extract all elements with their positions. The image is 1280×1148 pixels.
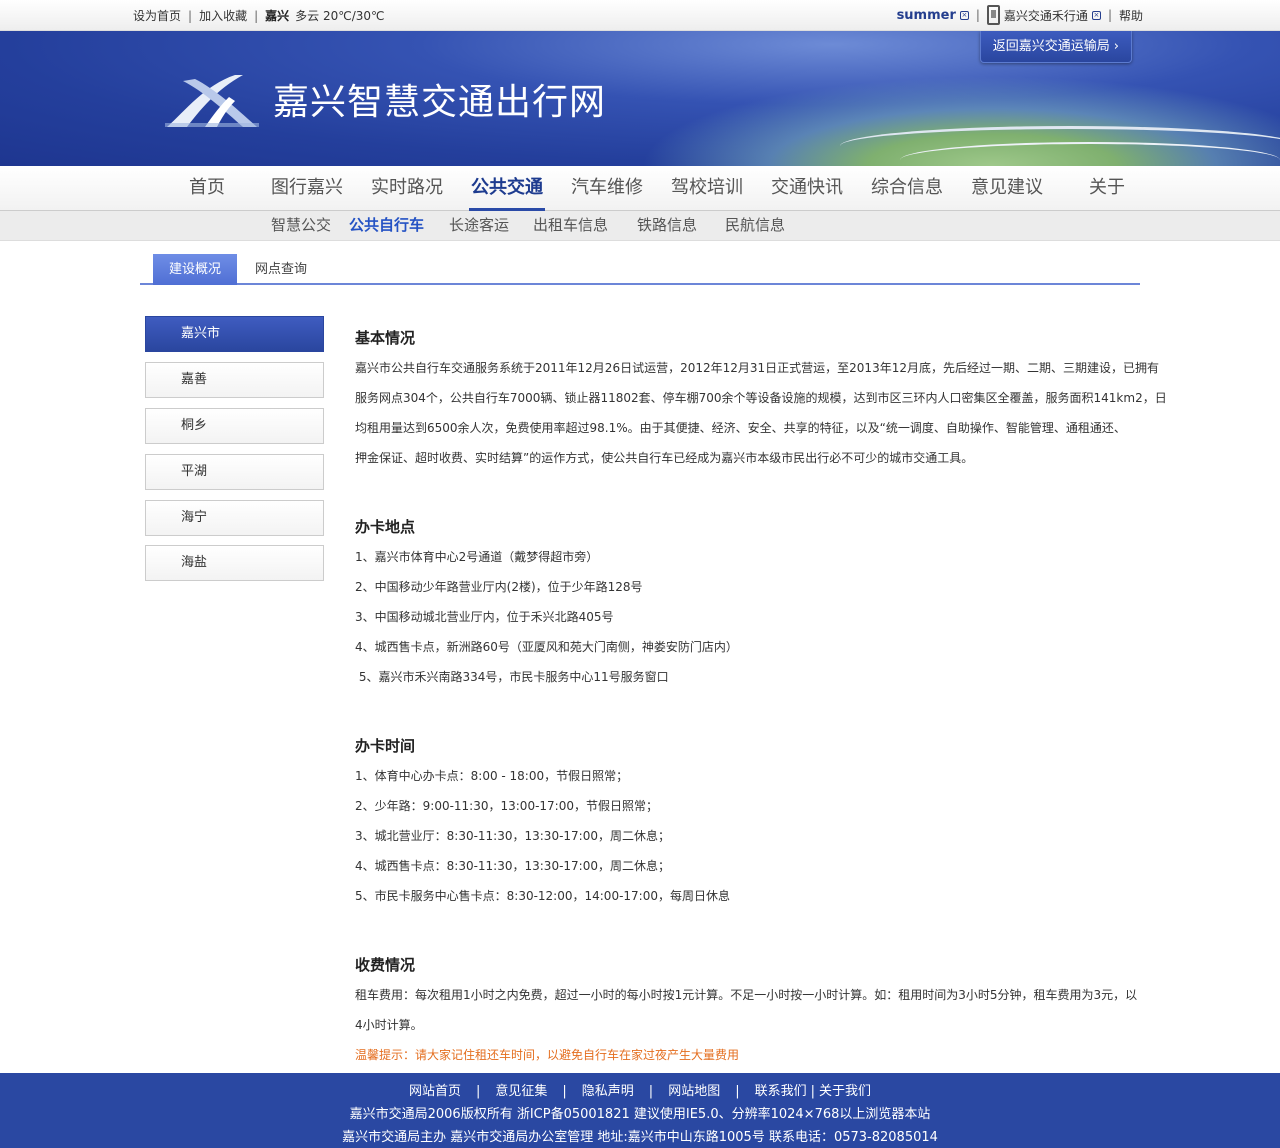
footer-copyright: 嘉兴市交通局2006版权所有 浙ICP备05001821 建议使用IE5.0、分… — [349, 1107, 931, 1122]
main-nav-item[interactable]: 图行嘉兴 — [257, 166, 357, 211]
sub-nav-item[interactable]: 铁路信息 — [637, 211, 725, 239]
city-name[interactable]: 嘉兴 — [265, 7, 289, 24]
article-line: 嘉兴市公共自行车交通服务系统于2011年12月26日试运营，2012年12月31… — [355, 361, 1159, 375]
add-favorite-link[interactable]: 加入收藏 — [199, 7, 247, 24]
main-nav-item[interactable]: 综合信息 — [857, 166, 957, 211]
section-basic-body: 嘉兴市公共自行车交通服务系统于2011年12月26日试运营，2012年12月31… — [355, 353, 1167, 473]
article-line: 1、体育中心办卡点：8:00 - 18:00，节假日照常； — [355, 769, 629, 783]
main-nav-item[interactable]: 公共交通 — [457, 166, 557, 211]
article-line: 2、中国移动少年路营业厅内(2楼)，位于少年路128号 — [355, 580, 643, 594]
section-fees-body: 租车费用：每次租用1小时之内免费，超过一小时的每小时按1元计算。不足一小时按一小… — [355, 980, 1138, 1040]
main-nav-item[interactable]: 关于 — [1057, 166, 1157, 211]
article-line: 3、城北营业厅：8:30-11:30，13:30-17:00，周二休息； — [355, 829, 670, 843]
app-link[interactable]: 嘉兴交通禾行通 — [1004, 7, 1088, 24]
article-line: 4、城西售卡点，新洲路60号（亚厦风和苑大门南侧，神娄安防门店内） — [355, 640, 738, 654]
footer-link[interactable]: 意见征集 — [495, 1084, 547, 1099]
article: 基本情况 嘉兴市公共自行车交通服务系统于2011年12月26日试运营，2012年… — [355, 316, 1167, 1070]
footer-separator: | — [562, 1084, 567, 1099]
footer-separator: | — [810, 1084, 815, 1099]
site-logo[interactable] — [165, 71, 260, 129]
chevron-right-icon: › — [1113, 39, 1119, 54]
main-nav-item[interactable]: 首页 — [157, 166, 257, 211]
article-line: 2、少年路：9:00-11:30，13:00-17:00，节假日照常； — [355, 799, 658, 813]
set-homepage-link[interactable]: 设为首页 — [133, 7, 181, 24]
section-title-fees: 收费情况 — [355, 956, 416, 974]
article-line: 4小时计算。 — [355, 1018, 423, 1032]
weather-text: 多云 20℃/30℃ — [295, 9, 385, 23]
footer-link[interactable]: 网站地图 — [668, 1084, 720, 1099]
section-card-hours-body: 1、体育中心办卡点：8:00 - 18:00，节假日照常； 2、少年路：9:00-… — [355, 761, 1135, 911]
footer-separator: | — [648, 1084, 654, 1099]
main-nav-item[interactable]: 实时路况 — [357, 166, 457, 211]
article-line: 1、嘉兴市体育中心2号通道（戴梦得超市旁） — [355, 550, 599, 564]
sidebar-city-item[interactable]: 平湖 — [145, 454, 324, 490]
content-tabs: 建设概况 网点查询 — [140, 254, 1140, 285]
user-dropdown-icon[interactable]: × — [959, 10, 969, 20]
help-link[interactable]: 帮助 — [1119, 7, 1143, 24]
sidebar-city-item[interactable]: 海盐 — [145, 545, 324, 581]
site-title: 嘉兴智慧交通出行网 — [273, 82, 607, 123]
top-bar: 设为首页 | 加入收藏 | 嘉兴 多云 20℃/30℃ summer × | 嘉… — [0, 0, 1280, 31]
back-button-label: 返回嘉兴交通运输局 — [992, 39, 1110, 54]
sub-nav-item[interactable]: 公共自行车 — [349, 211, 449, 239]
phone-icon — [986, 5, 1000, 25]
footer-link[interactable]: 隐私声明 — [582, 1084, 634, 1099]
article-line: 租车费用：每次租用1小时之内免费，超过一小时的每小时按1元计算。不足一小时按一小… — [355, 988, 1138, 1002]
section-card-locations-body: 1、嘉兴市体育中心2号通道（戴梦得超市旁） 2、中国移动少年路营业厅内(2楼)，位… — [355, 542, 1135, 692]
top-bar-left: 设为首页 | 加入收藏 | 嘉兴 多云 20℃/30℃ — [133, 7, 385, 24]
article-line: 4、城西售卡点：8:30-11:30，13:30-17:00，周二休息； — [355, 859, 670, 873]
article-line: 均租用量达到6500余人次，免费使用率超过98.1%。由于其便捷、经济、安全、共… — [355, 421, 1126, 435]
sub-nav-item[interactable]: 智慧公交 — [271, 211, 349, 239]
sidebar-city-item[interactable]: 嘉兴市 — [145, 316, 324, 352]
sidebar-city-item[interactable]: 海宁 — [145, 500, 324, 536]
username[interactable]: summer — [897, 8, 956, 23]
top-bar-right: summer × | 嘉兴交通禾行通 × | 帮助 — [897, 5, 1143, 25]
footer-links: 网站首页 | 意见征集 | 隐私声明 | 网站地图 | 联系我们 | 关于我们 — [0, 1080, 1280, 1099]
sub-nav-item[interactable]: 民航信息 — [725, 211, 805, 239]
footer-link[interactable]: 联系我们 — [755, 1084, 807, 1099]
main-nav-item[interactable]: 驾校培训 — [657, 166, 757, 211]
main-nav-item[interactable]: 意见建议 — [957, 166, 1057, 211]
sub-nav-item[interactable]: 出租车信息 — [533, 211, 637, 239]
section-title-basic: 基本情况 — [355, 329, 416, 347]
section-title-card-hours: 办卡时间 — [355, 737, 416, 755]
warning-tip: 温馨提示：请大家记住租还车时间，以避免自行车在家过夜产生大量费用 — [355, 1048, 740, 1062]
main-nav-item[interactable]: 汽车维修 — [557, 166, 657, 211]
footer-separator: | — [735, 1084, 740, 1099]
footer-separator: | — [475, 1084, 481, 1099]
section-title-card-locations: 办卡地点 — [355, 518, 416, 536]
city-sidebar: 嘉兴市嘉善桐乡平湖海宁海盐 — [145, 316, 324, 590]
main-nav-item[interactable]: 交通快讯 — [757, 166, 857, 211]
sidebar-city-item[interactable]: 桐乡 — [145, 408, 324, 444]
footer: 网站首页 | 意见征集 | 隐私声明 | 网站地图 | 联系我们 | 关于我们 嘉兴市交通局2006… — [0, 1073, 1280, 1148]
main-nav: 首页 图行嘉兴 实时路况 公共交通 汽车维修 驾校培训 交通快讯 综合信息 意见建议 关于 — [0, 166, 1280, 211]
tab-station-query[interactable]: 网点查询 — [255, 254, 307, 285]
sidebar-city-item[interactable]: 嘉善 — [145, 362, 324, 398]
article-line: 5、嘉兴市禾兴南路334号，市民卡服务中心11号服务窗口 — [355, 670, 669, 684]
banner: 嘉兴智慧交通出行网 返回嘉兴交通运输局 › — [0, 31, 1280, 166]
app-dropdown-icon[interactable]: × — [1091, 10, 1101, 20]
article-line: 押金保证、超时收费、实时结算”的运作方式，使公共自行车已经成为嘉兴市本级市民出行… — [355, 451, 974, 465]
article-line: 5、市民卡服务中心售卡点：8:30-12:00，14:00-17:00，每周日休… — [355, 889, 730, 903]
sub-nav: 智慧公交 公共自行车 长途客运 出租车信息 铁路信息 民航信息 — [0, 211, 1280, 241]
sub-nav-item[interactable]: 长途客运 — [449, 211, 533, 239]
footer-link[interactable]: 网站首页 — [409, 1084, 461, 1099]
back-to-bureau-button[interactable]: 返回嘉兴交通运输局 › — [979, 31, 1132, 63]
tab-construction-overview[interactable]: 建设概况 — [153, 254, 237, 285]
article-line: 服务网点304个，公共自行车7000辆、锁止器11802套、停车棚700余个等设… — [355, 391, 1167, 405]
footer-link[interactable]: 关于我们 — [819, 1084, 871, 1099]
footer-address: 嘉兴市交通局主办 嘉兴市交通局办公室管理 地址:嘉兴市中山东路1005号 联系电… — [342, 1130, 938, 1145]
article-line: 3、中国移动城北营业厅内，位于禾兴北路405号 — [355, 610, 614, 624]
